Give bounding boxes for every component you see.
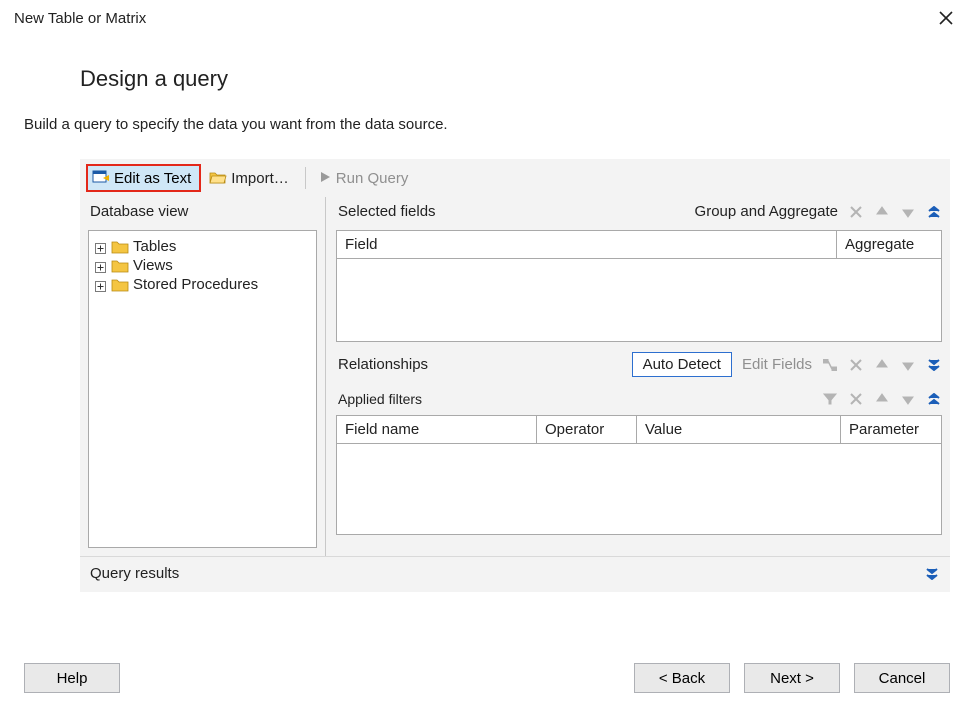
- titlebar: New Table or Matrix: [0, 0, 974, 36]
- filter-icon[interactable]: [822, 391, 838, 407]
- tree-node-views[interactable]: Views: [91, 256, 316, 275]
- page-heading: Design a query: [80, 66, 950, 92]
- query-results-title: Query results: [90, 565, 179, 582]
- play-icon: [318, 170, 332, 187]
- import-label: Import…: [231, 170, 289, 187]
- auto-detect-button[interactable]: Auto Detect: [632, 352, 732, 377]
- collapse-icon[interactable]: [926, 391, 942, 407]
- folder-open-icon: [209, 169, 227, 188]
- collapse-icon[interactable]: [926, 204, 942, 220]
- selected-fields-tools: Group and Aggregate: [695, 203, 942, 220]
- relationships-title: Relationships: [338, 356, 428, 373]
- relationships-tools: Auto Detect Edit Fields: [632, 352, 942, 377]
- move-down-icon[interactable]: [900, 357, 916, 373]
- window-title: New Table or Matrix: [14, 10, 146, 27]
- tree-node-label: Stored Procedures: [133, 276, 258, 293]
- applied-filters-columns: Field name Operator Value Parameter: [337, 416, 941, 444]
- edit-as-text-label: Edit as Text: [114, 170, 191, 187]
- help-button[interactable]: Help: [24, 663, 120, 693]
- applied-filters-body: [337, 444, 941, 534]
- designer-toolbar: Edit as Text Import… Run Query: [80, 159, 950, 197]
- wizard-nav-buttons: < Back Next > Cancel: [634, 663, 950, 693]
- delete-icon[interactable]: [848, 357, 864, 373]
- designer-panels: Database view Tables: [80, 197, 950, 556]
- selected-fields-title: Selected fields: [338, 203, 436, 220]
- selected-fields-body: [337, 259, 941, 341]
- query-designer: Edit as Text Import… Run Query Database …: [80, 159, 950, 557]
- run-query-button[interactable]: Run Query: [314, 164, 417, 192]
- expand-icon[interactable]: [95, 241, 107, 253]
- back-button[interactable]: < Back: [634, 663, 730, 693]
- move-down-icon[interactable]: [900, 204, 916, 220]
- database-view-title: Database view: [88, 197, 317, 230]
- edit-as-text-button[interactable]: Edit as Text: [86, 164, 201, 192]
- group-aggregate-label[interactable]: Group and Aggregate: [695, 203, 838, 220]
- relationships-header: Relationships Auto Detect Edit Fields: [336, 342, 942, 385]
- move-up-icon[interactable]: [874, 391, 890, 407]
- delete-icon[interactable]: [848, 391, 864, 407]
- close-button[interactable]: [934, 6, 958, 30]
- query-results-bar: Query results: [80, 557, 950, 592]
- tree-node-stored-procedures[interactable]: Stored Procedures: [91, 275, 316, 294]
- col-field[interactable]: Field: [337, 231, 837, 258]
- folder-icon: [111, 259, 129, 273]
- expand-icon[interactable]: [95, 279, 107, 291]
- heading-area: Design a query Build a query to specify …: [0, 36, 974, 133]
- run-query-label: Run Query: [336, 170, 409, 187]
- expand-icon[interactable]: [95, 260, 107, 272]
- page-subtext: Build a query to specify the data you wa…: [24, 116, 950, 133]
- move-up-icon[interactable]: [874, 204, 890, 220]
- col-operator[interactable]: Operator: [537, 416, 637, 443]
- edit-fields-link[interactable]: Edit Fields: [742, 356, 812, 373]
- database-tree[interactable]: Tables Views: [88, 230, 317, 548]
- applied-filters-tools: [822, 391, 942, 407]
- toolbar-separator: [305, 167, 306, 189]
- edit-text-icon: [92, 169, 110, 188]
- expand-icon[interactable]: [926, 357, 942, 373]
- selected-fields-header: Selected fields Group and Aggregate: [336, 197, 942, 230]
- selected-fields-grid[interactable]: Field Aggregate: [336, 230, 942, 342]
- selected-fields-columns: Field Aggregate: [337, 231, 941, 259]
- tree-node-label: Views: [133, 257, 173, 274]
- tree-node-label: Tables: [133, 238, 176, 255]
- col-aggregate[interactable]: Aggregate: [837, 231, 941, 258]
- applied-filters-grid[interactable]: Field name Operator Value Parameter: [336, 415, 942, 535]
- tree-node-tables[interactable]: Tables: [91, 237, 316, 256]
- folder-icon: [111, 278, 129, 292]
- database-view-panel: Database view Tables: [80, 197, 326, 556]
- applied-filters-title: Applied filters: [338, 391, 422, 407]
- close-icon: [939, 11, 953, 25]
- cancel-button[interactable]: Cancel: [854, 663, 950, 693]
- applied-filters-header: Applied filters: [336, 385, 942, 415]
- col-field-name[interactable]: Field name: [337, 416, 537, 443]
- right-panel: Selected fields Group and Aggregate Fiel…: [326, 197, 950, 556]
- relationship-icon[interactable]: [822, 357, 838, 373]
- delete-icon[interactable]: [848, 204, 864, 220]
- move-up-icon[interactable]: [874, 357, 890, 373]
- import-button[interactable]: Import…: [205, 164, 297, 192]
- next-button[interactable]: Next >: [744, 663, 840, 693]
- col-parameter[interactable]: Parameter: [841, 416, 941, 443]
- folder-icon: [111, 240, 129, 254]
- move-down-icon[interactable]: [900, 391, 916, 407]
- wizard-footer: Help < Back Next > Cancel: [0, 651, 974, 705]
- col-value[interactable]: Value: [637, 416, 841, 443]
- expand-icon[interactable]: [924, 566, 940, 582]
